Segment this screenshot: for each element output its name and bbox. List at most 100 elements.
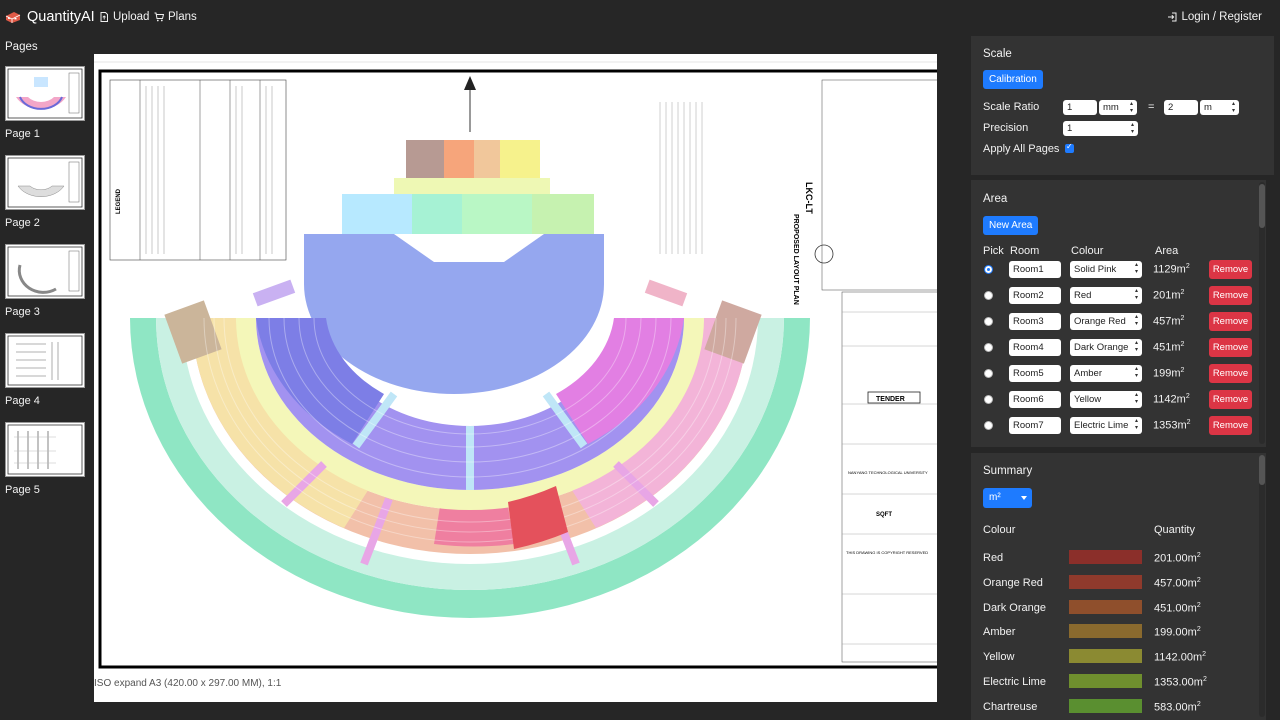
- area-value: 199m2: [1153, 367, 1184, 380]
- area-unit-sup: 2: [1180, 341, 1185, 348]
- summary-quantity-sup: 2: [1196, 626, 1201, 634]
- summary-quantity-sup: 2: [1196, 601, 1201, 609]
- room-name-input[interactable]: Room2: [1009, 287, 1061, 304]
- top-navbar: QuantityAI Upload Plans Login / Register: [0, 0, 1280, 36]
- pick-radio[interactable]: [984, 291, 993, 300]
- new-area-button[interactable]: New Area: [983, 216, 1039, 235]
- page-thumbnail-2[interactable]: [5, 155, 85, 210]
- area-value: 1353m2: [1153, 419, 1191, 432]
- pick-radio[interactable]: [984, 395, 993, 404]
- room-name-input[interactable]: Room7: [1009, 417, 1061, 434]
- brand[interactable]: QuantityAI: [5, 9, 95, 25]
- summary-quantity-unit: m: [1192, 651, 1203, 664]
- remove-button[interactable]: Remove: [1209, 312, 1252, 331]
- pick-radio[interactable]: [984, 369, 993, 378]
- area-unit: m: [1176, 263, 1186, 276]
- colour-select[interactable]: Amber: [1070, 365, 1142, 382]
- scale-ratio-right-input[interactable]: 2: [1164, 100, 1198, 115]
- colour-select-value: Yellow: [1074, 394, 1102, 405]
- copyright-text: THIS DRAWING IS COPYRIGHT RESERVED: [846, 550, 928, 555]
- nav-login-link[interactable]: Login / Register: [1167, 11, 1262, 23]
- room-name-input[interactable]: Room6: [1009, 391, 1061, 408]
- summary-quantity-unit: m: [1187, 577, 1197, 590]
- area-row: Room3 Orange Red 457m2 Remove: [971, 309, 1266, 335]
- summary-quantity-value: 457.00: [1154, 577, 1188, 590]
- area-panel: Area New Area Pick Room Colour Area Room…: [971, 180, 1266, 447]
- summary-quantity: 451.00m2: [1154, 602, 1201, 615]
- remove-button[interactable]: Remove: [1209, 390, 1252, 409]
- colour-select[interactable]: Red: [1070, 287, 1142, 304]
- header-colour: Colour: [1071, 245, 1104, 257]
- summary-scrollbar-thumb[interactable]: [1259, 455, 1265, 485]
- scale-title: Scale: [983, 48, 1012, 60]
- scale-ratio-label: Scale Ratio: [983, 101, 1040, 113]
- area-value: 1142m2: [1153, 393, 1190, 406]
- calibration-button[interactable]: Calibration: [983, 70, 1043, 89]
- room-name-input[interactable]: Room4: [1009, 339, 1061, 356]
- pages-title: Pages: [5, 41, 38, 53]
- page-thumbnail-5[interactable]: [5, 422, 85, 477]
- summary-header-colour: Colour: [983, 524, 1016, 536]
- colour-select[interactable]: Electric Lime: [1070, 417, 1142, 434]
- summary-row: Orange Red 457.00m2: [971, 574, 1266, 599]
- remove-button[interactable]: Remove: [1209, 260, 1252, 279]
- summary-colour-name: Dark Orange: [983, 601, 1046, 614]
- area-row: Room1 Solid Pink 1129m2 Remove: [971, 257, 1266, 283]
- colour-select[interactable]: Yellow: [1070, 391, 1142, 408]
- upload-file-icon: [100, 12, 108, 22]
- summary-quantity: 1353.00m2: [1154, 676, 1207, 689]
- colour-select-value: Solid Pink: [1074, 264, 1117, 275]
- summary-unit-value: m²: [989, 492, 1001, 503]
- summary-scrollbar-track[interactable]: [1259, 455, 1265, 717]
- remove-button[interactable]: Remove: [1209, 364, 1252, 383]
- room-name-input[interactable]: Room1: [1009, 261, 1061, 278]
- room-name-input[interactable]: Room5: [1009, 365, 1061, 382]
- area-row: Room7 Electric Lime 1353m2 Remove: [971, 413, 1266, 439]
- summary-quantity-sup: 2: [1196, 700, 1201, 708]
- cart-icon: [154, 12, 164, 22]
- legend-text: LEGEND: [116, 188, 122, 214]
- drawing-viewer[interactable]: LEGEND LKC-LT PROPOSED LAYOUT PLAN TENDE…: [94, 36, 970, 720]
- room-name-input[interactable]: Room3: [1009, 313, 1061, 330]
- colour-swatch: [1069, 674, 1142, 688]
- remove-button[interactable]: Remove: [1209, 338, 1252, 357]
- summary-quantity-unit: m: [1193, 676, 1203, 689]
- summary-colour-name: Yellow: [983, 651, 1015, 664]
- pick-radio[interactable]: [984, 265, 993, 274]
- area-value: 451m2: [1153, 341, 1184, 354]
- plan-sheet[interactable]: LEGEND LKC-LT PROPOSED LAYOUT PLAN TENDE…: [94, 54, 937, 702]
- precision-label: Precision: [983, 122, 1029, 134]
- nav-plans-label: Plans: [168, 11, 197, 23]
- pick-radio[interactable]: [984, 343, 993, 352]
- tender-stamp: TENDER: [876, 396, 905, 403]
- colour-select[interactable]: Solid Pink: [1070, 261, 1142, 278]
- summary-unit-dropdown[interactable]: m²: [983, 488, 1032, 508]
- area-row: Room2 Red 201m2 Remove: [971, 283, 1266, 309]
- area-number: 451: [1153, 341, 1172, 354]
- scale-ratio-right-unit-select[interactable]: m: [1200, 100, 1239, 115]
- scale-ratio-right-unit-value: m: [1204, 102, 1212, 113]
- area-row: Room5 Amber 199m2 Remove: [971, 361, 1266, 387]
- nav-plans-link[interactable]: Plans: [154, 11, 197, 23]
- page-thumbnail-3[interactable]: [5, 244, 85, 299]
- colour-select[interactable]: Dark Orange: [1070, 339, 1142, 356]
- precision-select[interactable]: 1: [1063, 121, 1138, 136]
- colour-select[interactable]: Orange Red: [1070, 313, 1142, 330]
- apply-all-pages-checkbox[interactable]: [1065, 142, 1074, 153]
- page-2-preview: [7, 157, 83, 208]
- area-unit-sup: 2: [1185, 393, 1190, 400]
- nav-upload-link[interactable]: Upload: [99, 11, 149, 23]
- summary-colour-name: Chartreuse: [983, 700, 1038, 713]
- scale-ratio-left-input[interactable]: 1: [1063, 100, 1097, 115]
- scale-ratio-left-unit-select[interactable]: mm: [1099, 100, 1137, 115]
- header-area: Area: [1155, 245, 1179, 257]
- remove-button[interactable]: Remove: [1209, 286, 1252, 305]
- area-value: 201m2: [1153, 289, 1184, 302]
- remove-button[interactable]: Remove: [1209, 416, 1252, 435]
- page-thumbnail-4[interactable]: [5, 333, 85, 388]
- pick-radio[interactable]: [984, 317, 993, 326]
- area-scrollbar-thumb[interactable]: [1259, 184, 1265, 228]
- pick-radio[interactable]: [984, 421, 993, 430]
- page-thumbnail-1[interactable]: [5, 66, 85, 121]
- nav-login-label: Login / Register: [1181, 11, 1262, 23]
